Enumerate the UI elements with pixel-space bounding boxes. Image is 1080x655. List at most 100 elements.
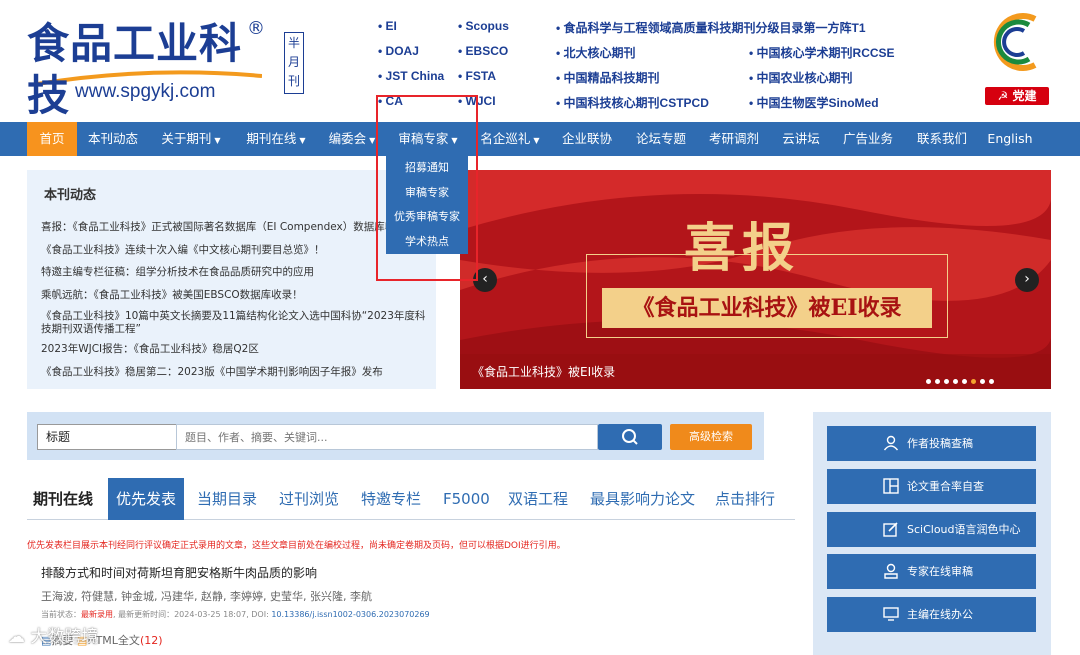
search-button[interactable] — [598, 424, 662, 450]
news-item[interactable]: 喜报：《食品工业科技》正式被国际著名数据库（EI Compendex）数据库收录 — [41, 216, 433, 239]
nav-board[interactable]: 编委会 ▼ — [322, 122, 382, 156]
carousel-dot[interactable] — [962, 379, 967, 384]
carousel-dot[interactable] — [971, 379, 976, 384]
side-button-label: SciCloud语言润色中心 — [907, 523, 1021, 536]
nav-contact[interactable]: 联系我们 — [910, 122, 974, 156]
registered-mark: ® — [247, 18, 265, 39]
news-item[interactable]: 《食品工业科技》稳居第二：2023版《中国学术期刊影响因子年报》发布 — [41, 361, 433, 384]
plagiarism-check-button[interactable]: 论文重合率自查 — [827, 469, 1036, 504]
search-field-select[interactable]: 标题▼ — [37, 424, 194, 450]
banner-subline: 《食品工业科技》被EI收录 — [602, 288, 932, 328]
edit-icon — [883, 522, 898, 537]
carousel-dot[interactable] — [935, 379, 940, 384]
reviewer-icon — [884, 563, 898, 579]
next-arrow-icon[interactable]: › — [1015, 268, 1039, 292]
news-item[interactable]: 乘帆远航：《食品工业科技》被美国EBSCO数据库收录！ — [41, 284, 433, 307]
nav-home[interactable]: 首页 — [27, 122, 77, 156]
carousel-dot[interactable] — [953, 379, 958, 384]
index-ca[interactable]: CA — [378, 94, 403, 108]
search-input[interactable] — [176, 424, 598, 450]
carousel-dot[interactable] — [989, 379, 994, 384]
journal-news-panel: 本刊动态 喜报：《食品工业科技》正式被国际著名数据库（EI Compendex）… — [27, 170, 436, 389]
nav-forum[interactable]: 论坛专题 — [630, 122, 692, 156]
tab-special-column[interactable]: 特邀专栏 — [361, 478, 421, 520]
language-polish-button[interactable]: SciCloud语言润色中心 — [827, 512, 1036, 547]
index-boutique[interactable]: 中国精品科技期刊 — [556, 69, 660, 86]
carousel-dot[interactable] — [980, 379, 985, 384]
nav-enterprise[interactable]: 企业联协 — [556, 122, 618, 156]
tab-bilingual[interactable]: 双语工程 — [508, 478, 568, 520]
news-item[interactable]: 《食品工业科技》连续十次入编《中文核心期刊要目总览》！ — [41, 239, 433, 262]
index-doaj[interactable]: DOAJ — [378, 44, 419, 58]
nav-companies[interactable]: 名企巡礼 ▼ — [474, 122, 546, 156]
tab-priority[interactable]: 优先发表 — [108, 478, 185, 520]
index-rccse[interactable]: 中国核心学术期刊RCCSE — [749, 44, 895, 61]
dropdown-reviewers[interactable]: 审稿专家 — [386, 181, 468, 206]
nav-english[interactable]: English — [982, 122, 1038, 156]
advanced-search-button[interactable]: 高级检索 — [670, 424, 752, 450]
index-ebsco[interactable]: EBSCO — [458, 44, 509, 58]
party-building-button[interactable]: ☭ 党建 — [985, 87, 1049, 105]
author-submission-button[interactable]: 作者投稿查稿 — [827, 426, 1036, 461]
doi-link[interactable]: 10.13386/j.issn1002-0306.2023070269 — [271, 610, 429, 619]
tab-past-issues[interactable]: 过刊浏览 — [279, 478, 339, 520]
html-count: (12) — [139, 634, 163, 647]
news-item[interactable]: 2023年WJCI报告：《食品工业科技》稳居Q2区 — [41, 338, 433, 361]
index-wjci[interactable]: WJCI — [458, 94, 496, 108]
chevron-down-icon: ▼ — [533, 136, 540, 145]
nav-grad[interactable]: 考研调剂 — [703, 122, 765, 156]
watermark: ☁ 大数跨境 — [8, 627, 99, 647]
news-item[interactable]: 特邀主编专栏征稿：组学分析技术在食品品质研究中的应用 — [41, 261, 433, 284]
dropdown-hot-topics[interactable]: 学术热点 — [386, 230, 468, 255]
logo-url: www.spgykj.com — [75, 81, 216, 102]
chevron-down-icon: ▼ — [299, 136, 306, 145]
tab-click-rank[interactable]: 点击排行 — [715, 478, 775, 520]
tab-most-influential[interactable]: 最具影响力论文 — [590, 478, 695, 520]
banner-headline: 喜报 — [684, 218, 801, 279]
carousel-dot[interactable] — [944, 379, 949, 384]
nav-lecture[interactable]: 云讲坛 — [775, 122, 827, 156]
editor-office-button[interactable]: 主编在线办公 — [827, 597, 1036, 632]
nav-about[interactable]: 关于期刊 ▼ — [152, 122, 230, 156]
article-title[interactable]: 排酸方式和时间对荷斯坦育肥安格斯牛肉品质的影响 — [41, 564, 317, 581]
user-icon — [883, 435, 899, 451]
banner-carousel[interactable]: 喜报 《食品工业科技》被EI收录 《食品工业科技》被EI收录 ‹ › — [460, 170, 1051, 389]
carousel-dot[interactable] — [926, 379, 931, 384]
index-scopus[interactable]: Scopus — [458, 19, 509, 33]
nav-ads[interactable]: 广告业务 — [836, 122, 900, 156]
layout-icon — [883, 478, 899, 494]
logo-chinese-name: 食品工业科技 — [27, 19, 243, 120]
index-t1[interactable]: 食品科学与工程领域高质量科技期刊分级目录第一方阵T1 — [556, 19, 866, 36]
star-icon: ☭ — [997, 89, 1013, 103]
priority-notice: 优先发表栏目展示本刊经同行评议确定正式录用的文章，这些文章目前处在编校过程，尚未… — [27, 541, 566, 551]
journal-logo[interactable]: 食品工业科技 ® www.spgykj.com — [27, 18, 267, 120]
side-button-label: 主编在线办公 — [907, 608, 973, 621]
tabs-section-label: 期刊在线 — [33, 490, 94, 508]
index-agri-core[interactable]: 中国农业核心期刊 — [749, 69, 853, 86]
nav-news[interactable]: 本刊动态 — [82, 122, 144, 156]
reviewers-dropdown: 招募通知 审稿专家 优秀审稿专家 学术热点 — [386, 156, 468, 254]
index-fsta[interactable]: FSTA — [458, 69, 496, 83]
index-jst[interactable]: JST China — [378, 69, 445, 83]
journal-tabs: 期刊在线 优先发表 当期目录 过刊浏览 特邀专栏 F5000 双语工程 最具影响… — [27, 478, 795, 520]
tab-f5000[interactable]: F5000 — [443, 478, 490, 520]
index-ei[interactable]: EI — [378, 19, 397, 33]
dropdown-recruit[interactable]: 招募通知 — [386, 156, 468, 181]
nav-reviewers[interactable]: 审稿专家 ▼ — [388, 122, 468, 156]
party-label: 党建 — [1012, 89, 1037, 103]
news-item[interactable]: 《食品工业科技》10篇中英文长摘要及11篇结构化论文入选中国科协“2023年度科… — [41, 306, 433, 338]
dropdown-excellent-reviewers[interactable]: 优秀审稿专家 — [386, 205, 468, 230]
site-header: 食品工业科技 ® www.spgykj.com 半月刊 EI Scopus 食品… — [0, 0, 1080, 122]
index-cstpcd[interactable]: 中国科技核心期刊CSTPCD — [556, 94, 709, 111]
nav-online[interactable]: 期刊在线 ▼ — [236, 122, 316, 156]
banner-caption[interactable]: 《食品工业科技》被EI收录 — [472, 363, 615, 380]
tab-current-issue[interactable]: 当期目录 — [197, 478, 257, 520]
index-sinomed[interactable]: 中国生物医学SinoMed — [749, 94, 879, 111]
prev-arrow-icon[interactable]: ‹ — [473, 268, 497, 292]
main-nav: 首页 本刊动态 关于期刊 ▼ 期刊在线 ▼ 编委会 ▼ 审稿专家 ▼ 名企巡礼 ▼ 企业联… — [0, 122, 1080, 156]
status-badge: 最新录用 — [81, 610, 113, 619]
chevron-down-icon: ▼ — [214, 136, 221, 145]
expert-review-button[interactable]: 专家在线审稿 — [827, 554, 1036, 589]
index-pku-core[interactable]: 北大核心期刊 — [556, 44, 636, 61]
monitor-icon — [883, 607, 899, 621]
